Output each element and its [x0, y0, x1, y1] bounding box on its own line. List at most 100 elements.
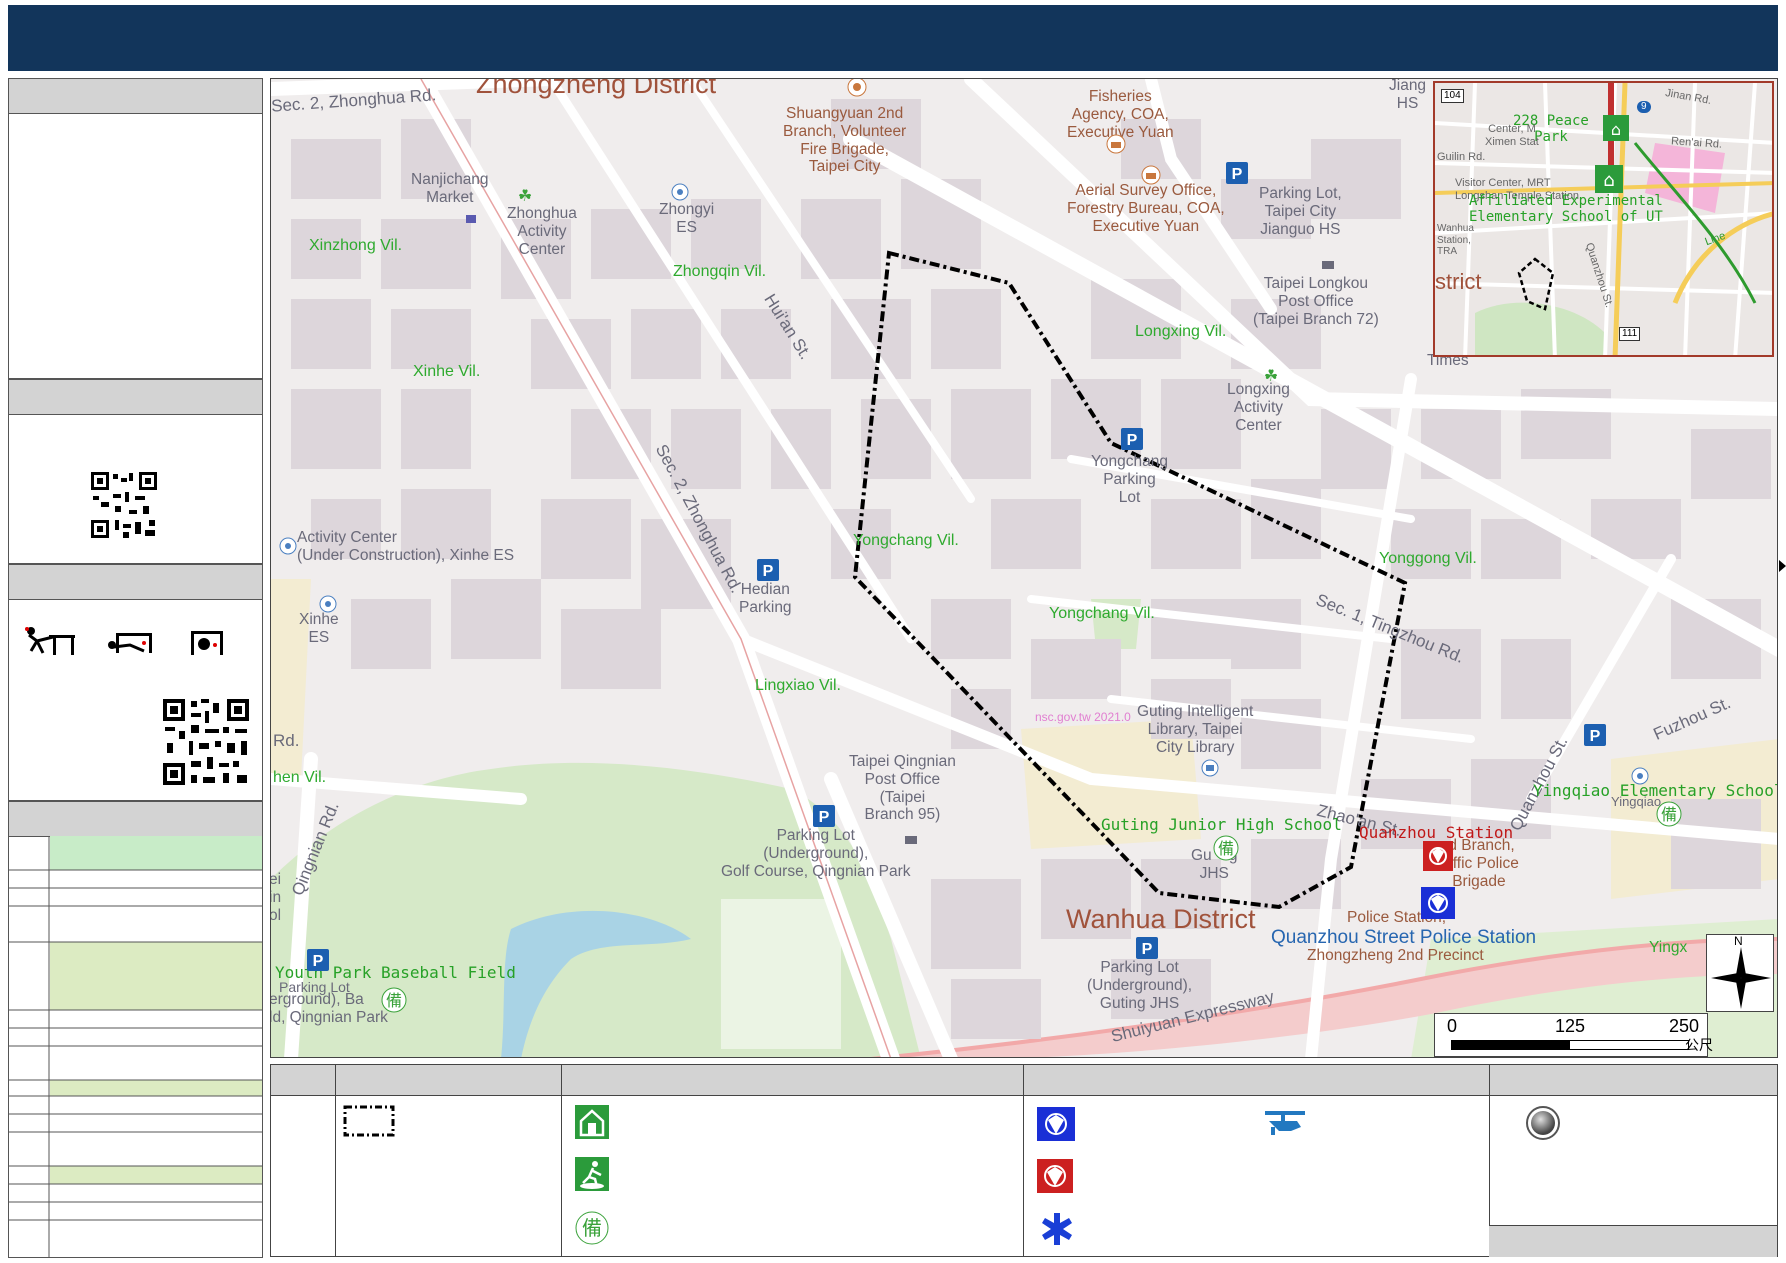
legend: 備 [270, 1064, 1778, 1257]
school-icon-3 [279, 537, 297, 555]
qr-code-icon[interactable] [89, 470, 159, 540]
village-label-xinzhong: Xinzhong Vil. [309, 237, 403, 254]
poi-zhongzheng-2nd-precinct: Zhongzheng 2nd Precinct [1307, 947, 1484, 964]
poi-longxing-activity-center[interactable]: Longxing Activity Center [1227, 381, 1290, 434]
village-label-yongchang-2: Yongchang Vil. [1049, 605, 1155, 622]
legend-backup-shelter-icon: 備 [575, 1211, 609, 1245]
info-panel-1 [8, 78, 263, 379]
poi-parking-jianguo[interactable]: Parking Lot, Taipei City Jianguo HS [1259, 185, 1342, 238]
scale-bar-black [1451, 1040, 1569, 1050]
svg-text:備: 備 [1218, 839, 1234, 858]
parking-icon-yongchang[interactable]: P [1121, 428, 1143, 450]
parking-icon[interactable]: P [1226, 162, 1248, 184]
activity-center-icon: ☘ [518, 186, 532, 205]
info-panel-2 [8, 379, 263, 564]
legend-police-icon [1037, 1107, 1075, 1141]
poi-yongchang-parking[interactable]: Yongchang Parking Lot [1091, 453, 1168, 506]
poi-qingnian-post-office[interactable]: Taipei Qingnian Post Office (Taipei Bran… [849, 753, 956, 824]
inset-shelter-icon-2: ⌂ [1595, 165, 1623, 193]
school-icon [671, 183, 689, 201]
poi-yingx: Yingx [1649, 939, 1688, 956]
poi-parking-guting-jhs[interactable]: Parking Lot (Underground), Guting JHS [1087, 959, 1192, 1012]
main-map[interactable]: Zhongzheng District Wanhua District Sec.… [270, 78, 1778, 1058]
village-label-longxing: Longxing Vil. [1135, 323, 1227, 340]
legend-fire-icon [1037, 1159, 1073, 1193]
police-station-icon[interactable] [1421, 887, 1455, 919]
legend-evacuation-icon [575, 1157, 609, 1191]
poi-guting-library[interactable]: Guting Intelligent Library, Taipei City … [1137, 703, 1253, 756]
scale-label-125: 125 [1555, 1016, 1586, 1036]
parking-icon-quanzhou[interactable]: P [1584, 724, 1606, 746]
inset-map[interactable]: ⌂ ⌂ 228 Peace Park Center, M Ximen Stat … [1433, 81, 1774, 357]
library-icon [1201, 759, 1219, 777]
government-icon-2 [1141, 165, 1161, 185]
poi-xinhe-es[interactable]: Xinhe ES [299, 611, 339, 647]
svg-text:☘: ☘ [1264, 366, 1278, 385]
svg-text:P: P [1590, 728, 1601, 745]
parking-icon-guting[interactable]: P [1136, 937, 1158, 959]
header-bar [8, 5, 1778, 71]
info-panel-2-header [9, 380, 262, 415]
poi-hedian-parking[interactable]: Hedian Parking [739, 581, 792, 617]
inset-label-ximen: Center, M Ximen Stat [1485, 123, 1539, 148]
backup-shelter-icon-3[interactable]: 備 [381, 987, 407, 1013]
scale-label-250: 250 [1669, 1016, 1700, 1036]
poi-jiang-hs[interactable]: Jiang HS [1389, 79, 1426, 113]
parking-icon-baseball[interactable]: P [307, 949, 329, 971]
poi-yingqiao-gray: Yingqiao [1611, 794, 1662, 809]
svg-text:⌂: ⌂ [1603, 170, 1614, 191]
info-table [9, 836, 262, 1257]
parking-icon-golf[interactable]: P [813, 805, 835, 827]
svg-text:P: P [1232, 166, 1243, 183]
poi-zhongyi-es[interactable]: Zhongyi ES [659, 201, 714, 237]
village-label-yongchang-1: Yongchang Vil. [853, 532, 959, 549]
village-label-lingxiao: Lingxiao Vil. [755, 677, 841, 694]
info-table-panel [8, 801, 263, 1258]
svg-text:備: 備 [1661, 805, 1677, 824]
scale-unit: 公尺 [1685, 1038, 1713, 1054]
poi-quanzhou-police-station[interactable]: Quanzhou Street Police Station [1271, 927, 1536, 949]
parking-icon-hedian[interactable]: P [757, 559, 779, 581]
poi-activity-center-xinhe[interactable]: Activity Center (Under Construction), Xi… [297, 529, 514, 565]
qr-code-icon-2[interactable] [161, 697, 251, 787]
fire-station-icon[interactable] [1423, 841, 1453, 871]
legend-shelter-icon [575, 1105, 609, 1139]
poi-guting-jhs[interactable]: Guting Junior High School [1101, 815, 1342, 834]
village-label-xinhe: Xinhe Vil. [413, 363, 481, 380]
svg-text:☘: ☘ [518, 186, 532, 205]
poi-aerial-survey-office[interactable]: Aerial Survey Office, Forestry Bureau, C… [1067, 182, 1225, 235]
svg-text:備: 備 [582, 1216, 602, 1240]
svg-text:⌂: ⌂ [1611, 120, 1621, 139]
wanhua-district-label: Wanhua District [1066, 904, 1256, 934]
village-label-hen: hen Vil. [273, 769, 327, 786]
map-edge-arrow-icon[interactable] [1779, 560, 1786, 572]
info-panel-3-header [9, 565, 262, 600]
legend-footer-cell [1489, 1225, 1777, 1257]
info-table-header [9, 802, 262, 837]
backup-shelter-icon[interactable]: 備 [1213, 835, 1239, 861]
poi-ei-col: ei in ol [270, 871, 282, 924]
svg-text:P: P [313, 953, 324, 970]
poi-longkou-post-office[interactable]: Taipei Longkou Post Office (Taipei Branc… [1253, 275, 1379, 328]
svg-text:P: P [1142, 941, 1153, 958]
inset-badge-104: 104 [1441, 89, 1464, 103]
poi-shuangyuan-fire-brigade[interactable]: Shuangyuan 2nd Branch, Volunteer Fire Br… [783, 105, 906, 176]
poi-nanjichang-market[interactable]: Nanjichang Market [411, 171, 489, 207]
watermark: nsc.gov.tw 2021.0 [1035, 710, 1131, 724]
poi-baseball-underground: erground), Ba all ld, Qingnian Park [270, 991, 397, 1026]
svg-text:P: P [819, 809, 830, 826]
inset-label-affiliated: Affiliated Experimental Elementary Schoo… [1469, 193, 1663, 226]
backup-shelter-icon-2[interactable]: 備 [1656, 801, 1682, 827]
school-icon-4 [1631, 767, 1649, 785]
legend-boundary-icon [343, 1105, 395, 1137]
poi-zhonghua-activity-center[interactable]: Zhonghua Activity Center [507, 205, 577, 258]
scale-label-0: 0 [1447, 1016, 1458, 1036]
inset-label-wanhua: Wanhua Station, TRA [1437, 223, 1474, 257]
inset-badge-111: 111 [1619, 327, 1641, 341]
info-panel-3 [8, 564, 263, 801]
protect-head-icon [191, 631, 223, 655]
market-icon [466, 215, 476, 223]
village-label-zhongqin: Zhongqin Vil. [673, 263, 767, 280]
scale-bar: 0 125 250 公尺 [1434, 1013, 1713, 1057]
poi-parking-golf-course[interactable]: Parking Lot (Underground), Golf Course, … [721, 827, 911, 880]
